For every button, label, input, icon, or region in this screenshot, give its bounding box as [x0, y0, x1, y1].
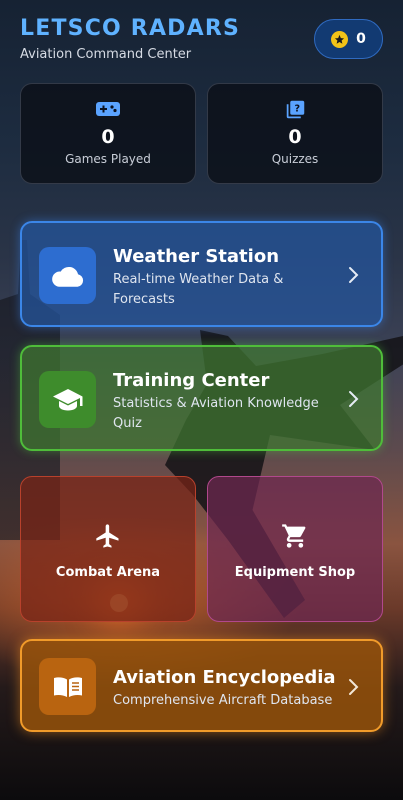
- graduation-cap-icon: [39, 371, 96, 428]
- games-played-value: 0: [101, 126, 115, 148]
- aviation-encyclopedia-title: Aviation Encyclopedia: [113, 667, 336, 688]
- training-center-description: Statistics & Aviation Knowledge Quiz: [113, 396, 319, 431]
- chevron-right-icon: [347, 265, 361, 289]
- coin-count: 0: [356, 31, 366, 47]
- combat-arena-tile[interactable]: Combat Arena: [20, 476, 196, 622]
- shopping-cart-icon: [281, 521, 309, 551]
- weather-station-title: Weather Station: [113, 246, 280, 267]
- home-screen: LETSCO RADARS Aviation Command Center 0 …: [0, 0, 403, 800]
- chevron-right-icon: [347, 677, 361, 701]
- header: LETSCO RADARS Aviation Command Center 0: [20, 16, 383, 72]
- training-center-title: Training Center: [113, 370, 270, 391]
- games-played-label: Games Played: [65, 152, 151, 166]
- airplane-icon: [94, 521, 122, 551]
- weather-station-card[interactable]: Weather Station Real-time Weather Data &…: [20, 221, 383, 327]
- svg-text:?: ?: [294, 103, 300, 114]
- training-center-card[interactable]: Training Center Statistics & Aviation Kn…: [20, 345, 383, 451]
- book-icon: [39, 658, 96, 715]
- coin-balance-button[interactable]: 0: [314, 19, 383, 59]
- quizzes-value: 0: [288, 126, 302, 148]
- stat-games-played: 0 Games Played: [20, 83, 196, 184]
- gamepad-icon: [96, 99, 120, 119]
- aviation-encyclopedia-description: Comprehensive Aircraft Database: [113, 693, 333, 708]
- quiz-icon: ?: [285, 99, 306, 119]
- combat-arena-label: Combat Arena: [55, 565, 161, 580]
- star-coin-icon: [331, 30, 349, 48]
- equipment-shop-label: Equipment Shop: [234, 565, 356, 580]
- cloud-icon: [39, 247, 96, 304]
- chevron-right-icon: [347, 389, 361, 413]
- weather-station-description: Real-time Weather Data & Forecasts: [113, 272, 284, 307]
- stat-quizzes: ? 0 Quizzes: [207, 83, 383, 184]
- quizzes-label: Quizzes: [271, 152, 319, 166]
- equipment-shop-tile[interactable]: Equipment Shop: [207, 476, 383, 622]
- aviation-encyclopedia-card[interactable]: Aviation Encyclopedia Comprehensive Airc…: [20, 639, 383, 732]
